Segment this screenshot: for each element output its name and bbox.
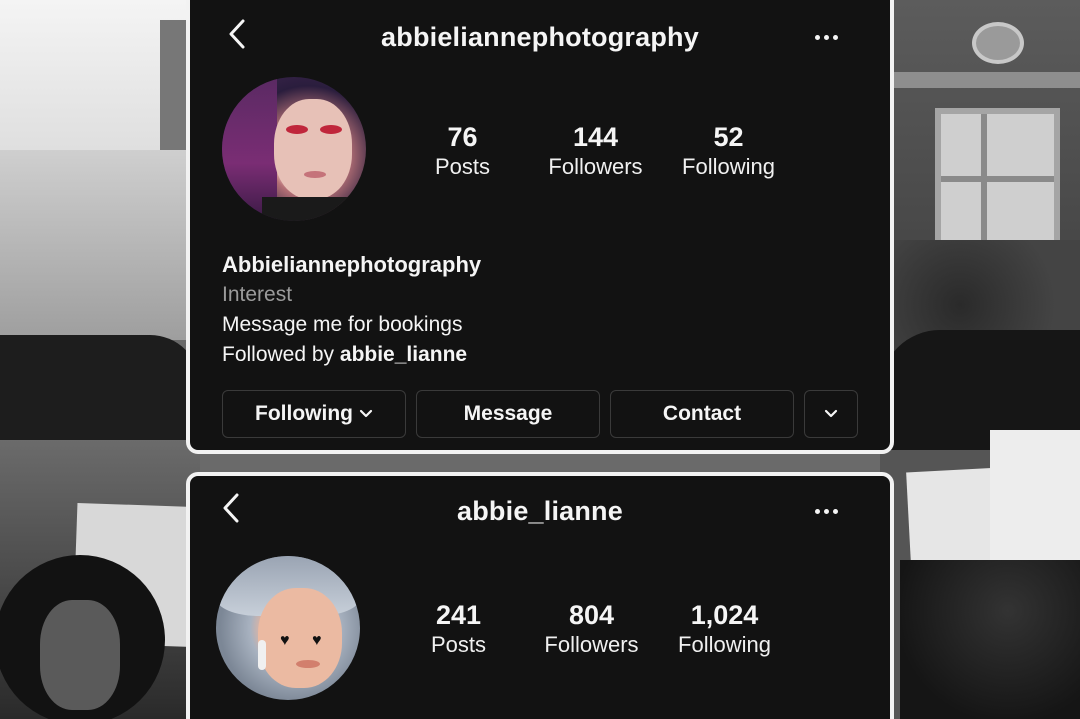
avatar[interactable]	[222, 77, 366, 221]
stat-following[interactable]: 1,024 Following	[658, 600, 791, 660]
profile-category: Interest	[222, 283, 293, 306]
stat-value: 1,024	[690, 600, 759, 630]
stat-followers[interactable]: 144 Followers	[529, 122, 662, 182]
profile-actions: Following Message Contact	[222, 390, 858, 438]
stat-label: Followers	[548, 154, 643, 179]
profile-username: abbie_lianne	[457, 496, 623, 526]
following-button[interactable]: Following	[222, 390, 406, 438]
suggested-accounts-button[interactable]	[804, 390, 858, 438]
stat-posts[interactable]: 241 Posts	[392, 600, 525, 660]
chevron-down-icon	[359, 409, 373, 418]
avatar[interactable]: ♥ ♥	[216, 556, 360, 700]
stat-value: 804	[568, 600, 615, 630]
stat-following[interactable]: 52 Following	[662, 122, 795, 182]
stat-value: 76	[447, 122, 478, 152]
following-button-label: Following	[255, 402, 353, 425]
stat-followers[interactable]: 804 Followers	[525, 600, 658, 660]
stat-label: Following	[682, 154, 775, 179]
profile-bio-text: Message me for bookings	[222, 313, 463, 336]
stat-label: Posts	[434, 154, 491, 179]
profile-bio: Abbieliannephotography Interest Message …	[222, 250, 481, 370]
stat-value: 144	[572, 122, 619, 152]
followed-by[interactable]: Followed by abbie_lianne	[222, 340, 481, 370]
more-options-button[interactable]	[806, 22, 846, 52]
stat-value: 52	[713, 122, 744, 152]
message-button-label: Message	[463, 402, 553, 425]
profile-username: abbieliannephotography	[381, 22, 699, 52]
stat-label: Followers	[544, 632, 639, 657]
profile-card-abbieliannephotography: abbieliannephotography 76 Posts 144 Foll…	[186, 0, 894, 454]
profile-stats: 241 Posts 804 Followers 1,024 Following	[392, 600, 791, 660]
more-options-button[interactable]	[806, 496, 846, 526]
more-horizontal-icon	[814, 34, 820, 40]
stat-posts[interactable]: 76 Posts	[396, 122, 529, 182]
followed-by-username[interactable]: abbie_lianne	[340, 343, 467, 366]
profile-display-name: Abbieliannephotography	[222, 252, 482, 277]
contact-button[interactable]: Contact	[610, 390, 794, 438]
contact-button-label: Contact	[662, 402, 742, 425]
profile-card-abbie-lianne: abbie_lianne ♥ ♥ 241 Posts 804 Followers …	[186, 472, 894, 719]
profile-header: abbie_lianne	[190, 476, 890, 536]
more-horizontal-icon	[814, 508, 820, 514]
stat-label: Posts	[430, 632, 487, 657]
stat-label: Following	[678, 632, 771, 657]
followed-by-prefix: Followed by	[222, 343, 340, 366]
profile-header: abbieliannephotography	[190, 4, 890, 64]
profile-stats: 76 Posts 144 Followers 52 Following	[396, 122, 795, 182]
chevron-down-icon	[824, 409, 838, 418]
stat-value: 241	[435, 600, 482, 630]
message-button[interactable]: Message	[416, 390, 600, 438]
